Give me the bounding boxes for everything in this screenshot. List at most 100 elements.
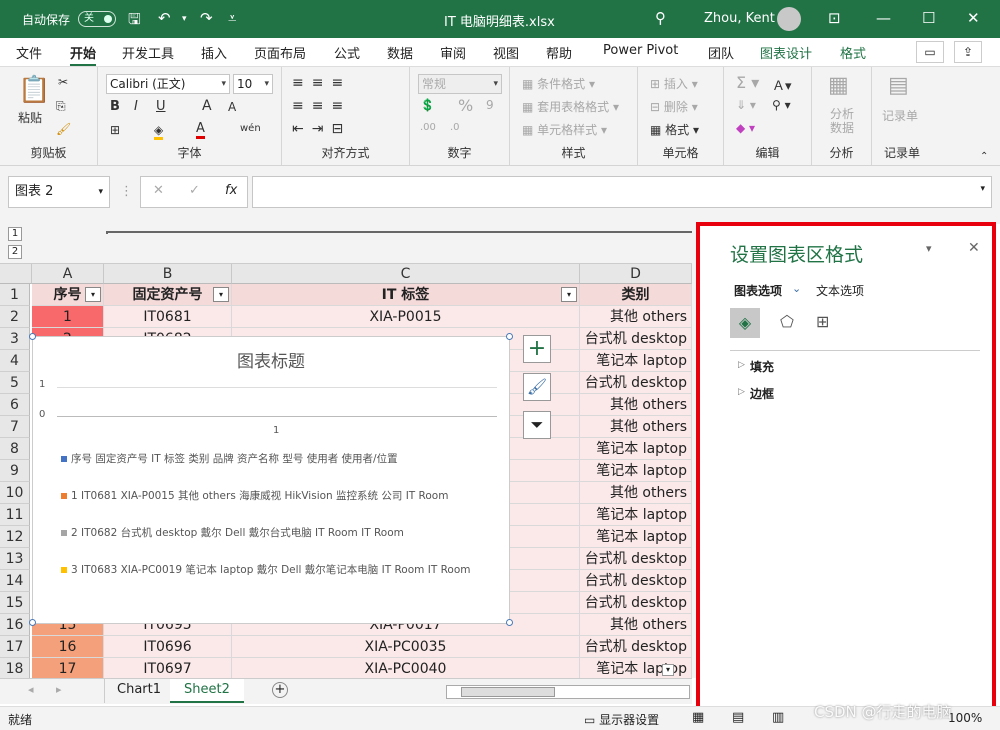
tab-home[interactable]: 开始 <box>70 43 97 67</box>
table-cell[interactable]: 笔记本 laptop <box>580 504 692 526</box>
header-cell[interactable]: 序号 ▾ <box>32 284 104 306</box>
table-cell[interactable]: 16 <box>32 636 104 658</box>
embedded-chart[interactable]: 图表标题 1 0 1 序号 固定资产号 IT 标签 类别 品牌 资产名称 型号 … <box>29 333 513 626</box>
close-icon[interactable]: ✕ <box>967 9 980 27</box>
fill-icon[interactable]: ⇓ ▾ <box>736 98 756 112</box>
table-cell[interactable]: 台式机 desktop <box>580 372 692 394</box>
table-cell[interactable]: IT0697 <box>104 658 232 678</box>
comments-icon[interactable]: ▭ <box>916 41 944 63</box>
increase-decimal-icon[interactable]: .00 <box>420 122 436 133</box>
tab-formulas[interactable]: 公式 <box>334 43 360 62</box>
format-painter-icon[interactable]: 🖌 <box>56 122 71 136</box>
row-header[interactable]: 18 <box>0 658 30 678</box>
row-header[interactable]: 12 <box>0 526 30 548</box>
number-format-select[interactable]: 常规 ▾ <box>418 74 502 94</box>
pane-options-icon[interactable]: ▾ <box>926 242 932 255</box>
percent-button[interactable]: % <box>458 96 473 115</box>
legend-entry[interactable]: 序号 固定资产号 IT 标签 类别 品牌 资产名称 型号 使用者 使用者/位置 <box>61 451 398 466</box>
vertical-align-icons[interactable]: ≡≡≡ <box>292 75 351 91</box>
horizontal-align-icons[interactable]: ≡≡≡ <box>292 98 351 114</box>
header-cell[interactable]: IT 标签 ▾ <box>232 284 580 306</box>
table-cell[interactable]: IT0696 <box>104 636 232 658</box>
fill-color-icon[interactable]: ◈ <box>154 123 164 140</box>
filter-dropdown-icon[interactable]: ▾ <box>561 287 577 302</box>
table-cell[interactable]: XIA-P0015 <box>232 306 580 328</box>
formula-input[interactable]: ▾ <box>252 176 992 208</box>
table-cell[interactable]: 台式机 desktop <box>580 328 692 350</box>
autosum-icon[interactable]: Σ ▾ <box>736 73 759 92</box>
resize-handle-tl[interactable] <box>29 333 36 340</box>
maximize-icon[interactable]: ☐ <box>922 9 935 27</box>
chart-options-dropdown-icon[interactable]: ⌄ <box>792 282 801 295</box>
form-icon[interactable]: ▤ <box>888 73 909 98</box>
filter-dropdown-icon[interactable]: ▾ <box>213 287 229 302</box>
bold-button[interactable]: B <box>110 99 120 114</box>
paste-icon[interactable]: 📋 <box>18 75 50 105</box>
prev-sheet-icon[interactable]: ◂ <box>28 683 34 696</box>
table-cell[interactable]: 台式机 desktop <box>580 636 692 658</box>
table-cell[interactable]: 17 <box>32 658 104 678</box>
tab-insert[interactable]: 插入 <box>201 43 227 62</box>
tab-chart-design[interactable]: 图表设计 <box>760 43 812 62</box>
conditional-format-button[interactable]: ▦ 条件格式 ▾ <box>522 75 595 92</box>
row-header[interactable]: 16 <box>0 614 30 636</box>
chart-title[interactable]: 图表标题 <box>33 347 509 372</box>
page-layout-icon[interactable]: ▤ <box>732 710 744 725</box>
fill-line-icon[interactable]: ◈ <box>730 308 760 338</box>
sheet-tab-sheet2[interactable]: Sheet2 <box>170 679 244 703</box>
tab-text-options[interactable]: 文本选项 <box>816 282 864 299</box>
border-section[interactable]: 边框 <box>750 385 774 402</box>
row-header[interactable]: 7 <box>0 416 30 438</box>
indent-icons[interactable]: ⇤⇥⊟ <box>292 121 351 137</box>
grow-font-button[interactable]: A <box>202 98 212 114</box>
analyze-data-icon[interactable]: ▦ <box>828 73 849 98</box>
search-icon[interactable]: ⚲ <box>655 9 666 27</box>
resize-handle-br[interactable] <box>506 619 513 626</box>
row-header[interactable]: 10 <box>0 482 30 504</box>
row-header[interactable]: 5 <box>0 372 30 394</box>
header-cell[interactable]: 类别 <box>580 284 692 306</box>
table-cell[interactable]: 笔记本 laptop <box>580 438 692 460</box>
tab-page-layout[interactable]: 页面布局 <box>254 43 306 62</box>
row-header[interactable]: 4 <box>0 350 30 372</box>
tab-file[interactable]: 文件 <box>16 43 42 62</box>
cut-icon[interactable]: ✂ <box>58 75 68 89</box>
legend-entry[interactable]: 2 IT0682 台式机 desktop 戴尔 Dell 戴尔台式电脑 IT R… <box>61 525 404 540</box>
undo-dropdown-icon[interactable]: ▾ <box>182 14 187 24</box>
cancel-icon[interactable]: ✕ <box>153 183 164 198</box>
table-cell[interactable]: 笔记本 laptop <box>580 350 692 372</box>
underline-button[interactable]: U <box>156 99 166 114</box>
table-cell[interactable]: XIA-PC0040 <box>232 658 580 678</box>
phonetic-icon[interactable]: wén <box>240 123 261 134</box>
table-cell[interactable]: 其他 others <box>580 482 692 504</box>
column-header-a[interactable]: A <box>32 264 104 284</box>
comma-button[interactable]: 9 <box>486 98 494 112</box>
tab-help[interactable]: 帮助 <box>546 43 572 62</box>
clear-icon[interactable]: ◆ ▾ <box>736 121 755 135</box>
resize-handle-tr[interactable] <box>506 333 513 340</box>
row-header[interactable]: 1 <box>0 284 30 306</box>
scroll-down-icon[interactable]: ▾ <box>662 664 674 676</box>
size-properties-icon[interactable]: ⊞ <box>816 312 829 331</box>
cell-styles-button[interactable]: ▦ 单元格样式 ▾ <box>522 121 607 138</box>
insert-function-button[interactable]: fx <box>225 183 237 198</box>
font-name-select[interactable]: Calibri (正文) ▾ <box>106 74 230 94</box>
table-cell[interactable]: XIA-PC0035 <box>232 636 580 658</box>
row-header[interactable]: 6 <box>0 394 30 416</box>
row-header[interactable]: 17 <box>0 636 30 658</box>
sort-filter-icon[interactable]: Ａ▾ <box>772 75 792 94</box>
enter-icon[interactable]: ✓ <box>189 183 200 198</box>
tab-team[interactable]: 团队 <box>708 43 734 62</box>
display-settings-button[interactable]: ▭ 显示器设置 <box>584 711 659 728</box>
next-sheet-icon[interactable]: ▸ <box>56 683 62 696</box>
add-sheet-icon[interactable]: + <box>272 682 288 698</box>
column-header-b[interactable]: B <box>104 264 232 284</box>
table-cell[interactable]: 其他 others <box>580 306 692 328</box>
tab-power-pivot[interactable]: Power Pivot <box>603 43 678 58</box>
legend-entry[interactable]: 3 IT0683 XIA-PC0019 笔记本 laptop 戴尔 Dell 戴… <box>61 562 470 577</box>
outline-level-2[interactable]: 2 <box>8 245 22 259</box>
table-cell[interactable]: 笔记本 laptop <box>580 526 692 548</box>
row-header[interactable]: 8 <box>0 438 30 460</box>
column-header-c[interactable]: C <box>232 264 580 284</box>
tab-data[interactable]: 数据 <box>387 43 413 62</box>
